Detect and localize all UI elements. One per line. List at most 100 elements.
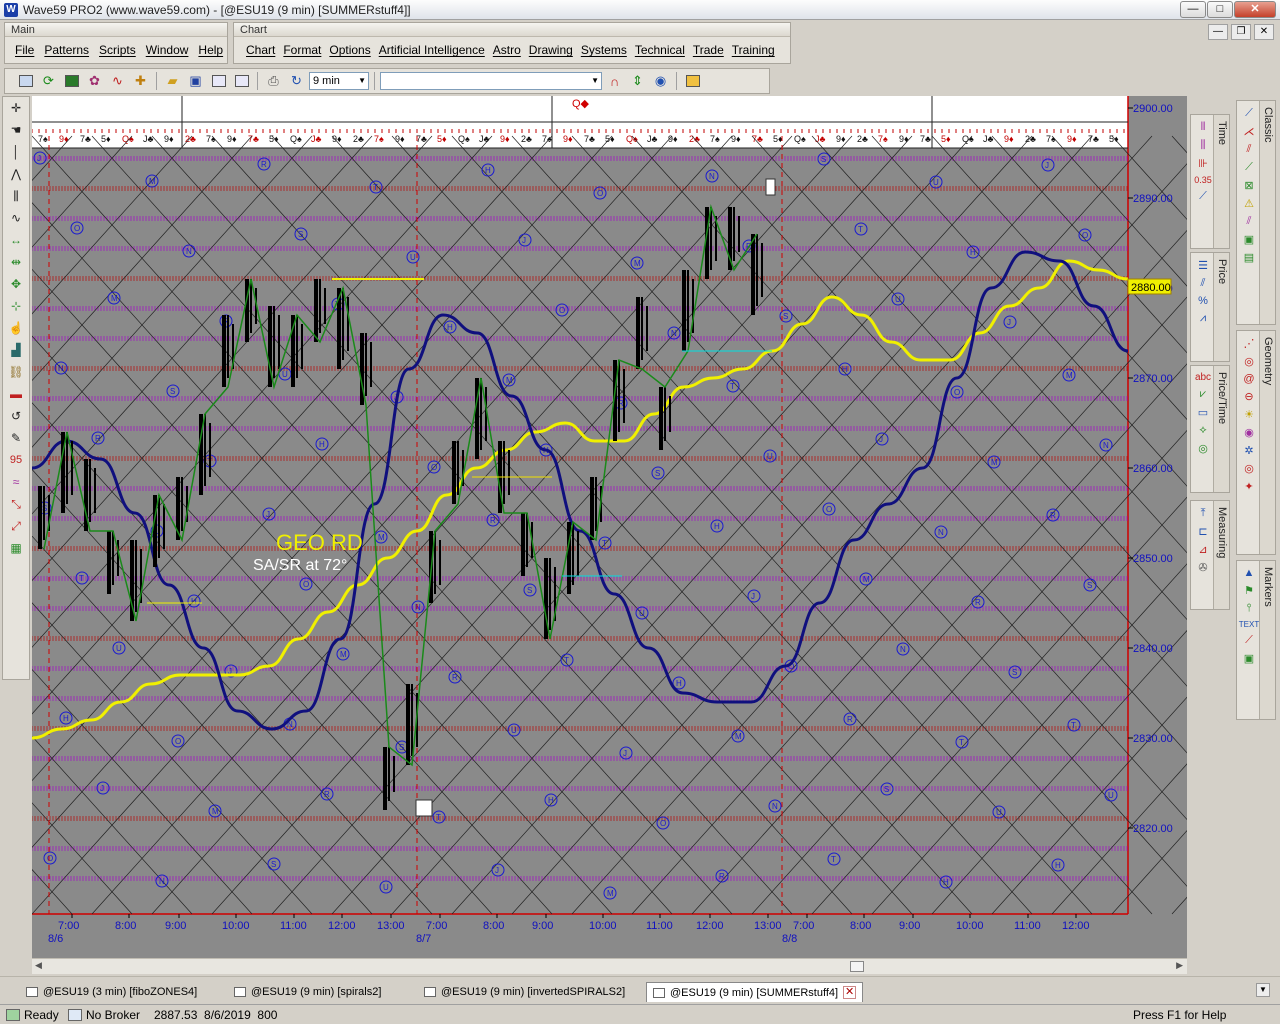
chart-canvas[interactable]: 7♠ 9♦ 7♣ 5♦ Q♠ J♣ 9♦ 2♣ 7♠ 9♦ 7♣ 5♦ Q♠ J♣ 9♦ 2♣ 7♠ 9♦ 7♣ 5♦… xyxy=(32,96,1187,958)
grid-chart-icon[interactable]: ▦ xyxy=(3,537,29,559)
astro-glyph: 9♦ xyxy=(836,134,846,144)
astro-glyph: 9♦ xyxy=(731,134,741,144)
menu-training[interactable]: Training xyxy=(732,43,775,57)
astro-glyph: J♣ xyxy=(479,134,490,144)
mdi-restore-button[interactable]: ❐ xyxy=(1231,24,1251,40)
save-icon[interactable]: ▣ xyxy=(185,71,206,91)
astro-glyph: 7♣ xyxy=(584,134,595,144)
menu-patterns[interactable]: Patterns xyxy=(44,43,89,57)
astro-glyph: 9♦ xyxy=(227,134,237,144)
vertical-line-icon[interactable]: │ xyxy=(3,141,29,163)
print-icon[interactable]: ⎙ xyxy=(263,71,284,91)
pencil-icon[interactable]: ✎ xyxy=(3,427,29,449)
chart-menu-group: Chart Chart Format Options Artificial In… xyxy=(233,22,791,64)
astro-glyph: 9♦ xyxy=(1067,134,1077,144)
eye-icon[interactable]: ◉ xyxy=(650,71,671,91)
main-menu-label: Main xyxy=(5,23,227,37)
astro-glyph: 7♠ xyxy=(38,134,48,144)
move-icon[interactable]: ✥ xyxy=(3,273,29,295)
number-95-icon[interactable]: 95 xyxy=(3,449,29,471)
menu-options[interactable]: Options xyxy=(329,43,370,57)
astro-glyph: 5♦ xyxy=(941,134,951,144)
wave-icon[interactable]: ∿ xyxy=(107,71,128,91)
astro-glyph: 7♠ xyxy=(710,134,720,144)
mdi-minimize-button[interactable]: — xyxy=(1208,24,1228,40)
astro-glyph: 7♠ xyxy=(878,134,888,144)
wave-pattern-icon[interactable]: ≈ xyxy=(3,471,29,493)
astro-glyph: 2♣ xyxy=(521,134,532,144)
crosshair-icon[interactable]: ✛ xyxy=(3,97,29,119)
open-folder-icon[interactable]: ▰ xyxy=(162,71,183,91)
mdi-close-button[interactable]: ✕ xyxy=(1254,24,1274,40)
undo-icon[interactable]: ↻ xyxy=(286,71,307,91)
astro-glyph: 9♦ xyxy=(332,134,342,144)
main-menu-group: Main File Patterns Scripts Window Help xyxy=(4,22,228,64)
hv-arrows-icon[interactable]: ↔ xyxy=(3,229,29,251)
scan-icon[interactable]: ✿ xyxy=(84,71,105,91)
calendar-icon[interactable] xyxy=(682,71,703,91)
updown-arrows-icon[interactable]: ⇕ xyxy=(627,71,648,91)
title-bar: W Wave59 PRO2 (www.wave59.com) - [@ESU19… xyxy=(0,0,1280,20)
refresh-icon[interactable]: ⟳ xyxy=(38,71,59,91)
astro-glyph: 9♦ xyxy=(164,134,174,144)
menu-scripts[interactable]: Scripts xyxy=(99,43,136,57)
astro-glyph: Q♠ xyxy=(122,134,134,144)
chart-window[interactable]: 7♠ 9♦ 7♣ 5♦ Q♠ J♣ 9♦ 2♣ 7♠ 9♦ 7♣ 5♦ Q♠ J♣ 9♦ 2♣ 7♠ 9♦ 7♣ 5♦… xyxy=(32,96,1187,958)
symbol-select[interactable] xyxy=(380,72,602,90)
toolbar-separator xyxy=(156,72,157,90)
menu-systems[interactable]: Systems xyxy=(581,43,627,57)
menu-drawing[interactable]: Drawing xyxy=(529,43,573,57)
maximize-button[interactable]: □ xyxy=(1207,1,1233,18)
astro-glyph: 2♣ xyxy=(857,134,868,144)
astro-glyph: 7♣ xyxy=(80,134,91,144)
astro-glyph: 2♣ xyxy=(1025,134,1036,144)
astro-glyph: 9♦ xyxy=(59,134,69,144)
export-icon[interactable] xyxy=(208,71,229,91)
astro-glyph: 5♦ xyxy=(437,134,447,144)
astro-glyph: 9♦ xyxy=(899,134,909,144)
menu-area: Main File Patterns Scripts Window Help C… xyxy=(0,20,1280,66)
astro-glyph: 7♠ xyxy=(374,134,384,144)
chart-window-icon[interactable] xyxy=(61,71,82,91)
window-controls: — □ ✕ xyxy=(1180,1,1276,18)
trash-icon[interactable]: ▟ xyxy=(3,339,29,361)
spread-icon[interactable]: ⊹ xyxy=(3,295,29,317)
menu-format[interactable]: Format xyxy=(283,43,321,57)
menu-astro[interactable]: Astro xyxy=(493,43,521,57)
main-toolbar: ⟳ ✿ ∿ ✚ ▰ ▣ ⎙ ↻ 9 min ∩ ⇕ ◉ xyxy=(4,68,770,94)
menu-file[interactable]: File xyxy=(15,43,34,57)
menu-chart[interactable]: Chart xyxy=(246,43,275,57)
curve-icon[interactable]: ∿ xyxy=(3,207,29,229)
pointer-hand-icon[interactable]: ☝ xyxy=(3,317,29,339)
astro-glyph: 7♣ xyxy=(920,134,931,144)
toolbar-separator xyxy=(257,72,258,90)
interval-select[interactable]: 9 min xyxy=(309,72,369,90)
zigzag-icon[interactable]: ⋀ xyxy=(3,163,29,185)
astro-glyph: J♣ xyxy=(311,134,322,144)
close-button[interactable]: ✕ xyxy=(1234,1,1276,18)
hand-icon[interactable]: ☚ xyxy=(3,119,29,141)
chain-icon[interactable]: ⛓ xyxy=(3,361,29,383)
magnet-icon[interactable]: ∩ xyxy=(604,71,625,91)
import-icon[interactable] xyxy=(231,71,252,91)
menu-window[interactable]: Window xyxy=(146,43,189,57)
pattern-two-icon[interactable]: ⤢ xyxy=(3,515,29,537)
astro-glyph: 9♦ xyxy=(1004,134,1014,144)
mdi-controls: — ❐ ✕ xyxy=(1208,24,1274,40)
astro-glyph: 2♣ xyxy=(185,134,196,144)
astro-glyph: 2♣ xyxy=(353,134,364,144)
new-chart-icon[interactable] xyxy=(15,71,36,91)
menu-help[interactable]: Help xyxy=(198,43,223,57)
menu-technical[interactable]: Technical xyxy=(635,43,685,57)
bars-icon[interactable]: ⫼ xyxy=(3,185,29,207)
menu-trade[interactable]: Trade xyxy=(693,43,724,57)
bar-arrows-icon[interactable]: ⇹ xyxy=(3,251,29,273)
astro-glyph: Q♠ xyxy=(458,134,470,144)
lasso-icon[interactable]: ↺ xyxy=(3,405,29,427)
truck-icon[interactable]: ▬ xyxy=(3,383,29,405)
menu-artificial-intelligence[interactable]: Artificial Intelligence xyxy=(379,43,485,57)
chart-menu-label: Chart xyxy=(234,23,790,37)
minimize-button[interactable]: — xyxy=(1180,1,1206,18)
pattern-one-icon[interactable]: ⤡ xyxy=(3,493,29,515)
forecast-icon[interactable]: ✚ xyxy=(130,71,151,91)
